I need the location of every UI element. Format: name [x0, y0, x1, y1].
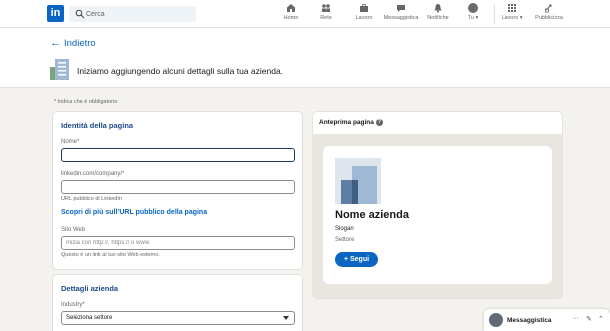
nav-divider	[494, 4, 495, 24]
home-icon	[287, 4, 295, 12]
chevron-up-icon[interactable]: ⌃	[598, 315, 604, 323]
briefcase-icon	[360, 4, 368, 12]
linkedin-logo[interactable]: in	[47, 5, 64, 22]
avatar	[468, 3, 478, 13]
industry-select[interactable]: Seleziona settore	[61, 311, 295, 325]
company-sector: Settore	[335, 237, 355, 243]
section-title: Dettagli azienda	[61, 284, 119, 293]
search-input[interactable]	[86, 6, 191, 22]
grid-icon	[508, 4, 516, 12]
search-bar[interactable]	[69, 6, 196, 22]
back-link[interactable]: ← Indietro	[50, 37, 96, 49]
nav-label: Rete	[320, 15, 332, 21]
nav-jobs[interactable]: Lavoro	[352, 3, 376, 21]
nav-messaging[interactable]: Messaggistica	[381, 3, 421, 21]
industry-label: Industry*	[61, 302, 85, 308]
nav-label: Lavoro	[355, 15, 373, 21]
company-url-field[interactable]	[61, 180, 295, 194]
name-label: Nome*	[61, 139, 80, 145]
name-field[interactable]	[61, 148, 295, 162]
page-preview-panel: Anteprima pagina? Nome azienda Slogan Se…	[313, 112, 562, 298]
message-icon	[397, 5, 405, 12]
help-icon[interactable]: ?	[375, 119, 383, 126]
url-help-link[interactable]: Scopri di più sull’URL pubblico della pa…	[61, 209, 207, 216]
page-identity-card: Identità della pagina Nome* linkedin.com…	[53, 112, 302, 269]
compose-icon[interactable]: ✎	[586, 315, 592, 323]
follow-button[interactable]: + Segui	[335, 252, 378, 267]
messaging-label: Messaggistica	[507, 317, 552, 324]
required-note: * Indica che è obbligatorio	[54, 99, 118, 105]
network-icon	[322, 4, 330, 12]
back-label: Indietro	[64, 38, 96, 49]
nav-label: Lavoro ▾	[501, 15, 523, 21]
nav-label: Home	[283, 15, 299, 21]
nav-home[interactable]: Home	[282, 3, 300, 21]
preview-title: Anteprima pagina?	[319, 119, 383, 126]
more-options-icon[interactable]: ···	[572, 315, 579, 322]
industry-selected-value: Seleziona settore	[66, 315, 113, 321]
search-icon	[75, 9, 85, 19]
preview-header: Anteprima pagina?	[313, 112, 562, 134]
preview-card: Nome azienda Slogan Settore + Segui	[323, 146, 552, 284]
company-details-card: Dettagli azienda Industry* Seleziona set…	[53, 275, 302, 331]
company-logo-placeholder	[335, 158, 381, 204]
bell-icon	[434, 4, 442, 13]
avatar	[489, 313, 503, 327]
nav-label: Pubblicizza	[535, 15, 563, 21]
messaging-widget[interactable]: Messaggistica ··· ✎ ⌃	[484, 309, 610, 331]
url-hint: URL pubblico di LinkedIn	[61, 196, 122, 202]
company-slogan: Slogan	[335, 226, 354, 232]
arrow-left-icon: ←	[50, 37, 61, 49]
nav-label: Messaggistica	[383, 15, 419, 21]
nav-label: Tu ▾	[467, 15, 479, 21]
nav-label: Notifiche	[427, 15, 449, 21]
website-field[interactable]	[61, 236, 295, 250]
company-building-icon	[50, 59, 69, 80]
page-header: ← Indietro Iniziamo aggiungendo alcuni de…	[0, 28, 610, 88]
nav-work[interactable]: Lavoro ▾	[499, 3, 525, 21]
nav-advertise[interactable]: Pubblicizza	[532, 3, 566, 21]
top-navigation: in Home Rete Lavoro Messaggistica Notifi…	[0, 0, 610, 28]
chevron-down-icon	[283, 316, 289, 320]
nav-network[interactable]: Rete	[316, 3, 336, 21]
url-label: linkedin.com/company/*	[61, 171, 125, 177]
company-name: Nome azienda	[335, 209, 409, 221]
megaphone-icon	[545, 4, 552, 13]
website-label: Sito Web	[61, 227, 86, 233]
nav-notifications[interactable]: Notifiche	[425, 3, 451, 21]
section-title: Identità della pagina	[61, 121, 134, 130]
nav-me[interactable]: Tu ▾	[464, 3, 482, 21]
intro-text: Iniziamo aggiungendo alcuni dettagli sul…	[77, 66, 284, 76]
website-hint: Questo è un link al tuo sito Web esterno…	[61, 252, 160, 258]
preview-title-text: Anteprima pagina	[319, 119, 374, 127]
